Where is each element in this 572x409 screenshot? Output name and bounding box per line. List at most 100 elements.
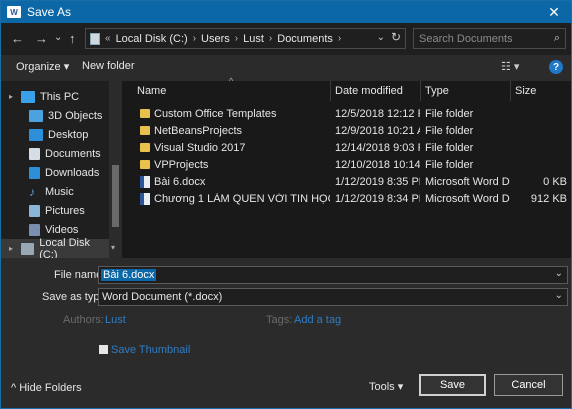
breadcrumb-users[interactable]: Users xyxy=(201,33,230,45)
expand-arrow-icon[interactable]: ▸ xyxy=(9,244,19,253)
file-row[interactable]: Chương 1 LÀM QUEN VỚI TIN HỌC VÀ M... 1/… xyxy=(122,191,571,208)
file-row[interactable]: NetBeansProjects 12/9/2018 10:21 A... Fi… xyxy=(122,123,571,140)
save-as-type-value: Word Document (*.docx) xyxy=(102,291,223,303)
sidebar-item-label: Local Disk (C:) xyxy=(39,236,90,259)
breadcrumb-local-disk[interactable]: Local Disk (C:) xyxy=(116,33,188,45)
file-name: Custom Office Templates xyxy=(154,108,277,120)
folder-icon xyxy=(140,160,150,169)
refresh-icon[interactable]: ↻ xyxy=(391,30,401,44)
recent-locations-icon[interactable]: ⌄ xyxy=(54,32,62,43)
sidebar-item-downloads[interactable]: Downloads xyxy=(1,163,109,182)
back-arrow-icon[interactable]: ← xyxy=(11,31,24,46)
search-input[interactable]: Search Documents ⌕ xyxy=(413,28,566,49)
folder-icon xyxy=(140,109,150,118)
save-as-type-select[interactable]: Word Document (*.docx) ⌄ xyxy=(98,288,568,306)
sidebar-item-3d-objects[interactable]: 3D Objects xyxy=(1,106,109,125)
sidebar-item-label: Videos xyxy=(45,223,79,236)
sidebar-item-music[interactable]: ♪ Music xyxy=(1,182,109,201)
title-bar: W Save As ✕ xyxy=(1,1,571,23)
download-arrow-icon xyxy=(29,166,40,179)
sidebar-item-desktop[interactable]: Desktop xyxy=(1,125,109,144)
file-name-field[interactable]: Bài 6.docx ⌄ xyxy=(98,266,568,284)
file-date: 12/14/2018 9:03 PM xyxy=(335,142,420,154)
chevron-down-icon[interactable]: ⌄ xyxy=(377,32,385,43)
chevron-down-icon[interactable]: ⌄ xyxy=(555,290,563,301)
chevron-right-icon[interactable]: › xyxy=(235,33,238,44)
address-bar[interactable]: « Local Disk (C:) › Users › Lust › Docum… xyxy=(85,28,406,49)
sidebar-item-label: Music xyxy=(45,185,74,198)
search-icon[interactable]: ⌕ xyxy=(554,32,560,45)
desktop-icon xyxy=(29,128,43,141)
sidebar-item-label: Desktop xyxy=(48,128,89,141)
file-type: Microsoft Word D... xyxy=(425,193,510,205)
file-type: File folder xyxy=(425,108,474,120)
cube-icon xyxy=(29,109,43,122)
computer-icon xyxy=(21,90,35,103)
authors-label: Authors: xyxy=(63,314,104,326)
sidebar-item-pictures[interactable]: Pictures xyxy=(1,201,109,220)
forward-arrow-icon[interactable]: → xyxy=(35,31,48,46)
sidebar-item-label: 3D Objects xyxy=(48,109,103,122)
organize-button[interactable]: Organize ▾ xyxy=(16,60,69,73)
column-header-type[interactable]: Type xyxy=(425,81,449,101)
column-header-date[interactable]: Date modified xyxy=(335,81,403,101)
file-type: File folder xyxy=(425,142,474,154)
file-row[interactable]: Visual Studio 2017 12/14/2018 9:03 PM Fi… xyxy=(122,140,571,157)
help-icon[interactable]: ? xyxy=(549,60,563,74)
file-date: 1/12/2019 8:35 PM xyxy=(335,176,420,188)
sidebar-scrollbar[interactable]: ▾ xyxy=(109,81,122,258)
music-note-icon: ♪ xyxy=(29,184,35,199)
sidebar-item-label: Documents xyxy=(45,147,101,160)
file-row[interactable]: Bài 6.docx 1/12/2019 8:35 PM Microsoft W… xyxy=(122,174,571,191)
breadcrumb-lust[interactable]: Lust xyxy=(243,33,264,45)
file-row[interactable]: VPProjects 12/10/2018 10:14 ... File fol… xyxy=(122,157,571,174)
film-icon xyxy=(29,223,40,236)
command-bar: Organize ▾ New folder ☷ ▾ ? xyxy=(1,55,571,79)
file-row[interactable]: Custom Office Templates 12/5/2018 12:12 … xyxy=(122,106,571,123)
close-button[interactable]: ✕ xyxy=(537,1,571,23)
save-thumbnail-label[interactable]: Save Thumbnail xyxy=(111,344,190,356)
file-name: Bài 6.docx xyxy=(154,176,206,188)
column-header-size[interactable]: Size xyxy=(515,81,536,101)
save-thumbnail-checkbox[interactable] xyxy=(99,345,108,354)
authors-value[interactable]: Lust xyxy=(105,314,126,326)
file-list: ^ Name Date modified Type Size Custom Of… xyxy=(122,76,571,258)
scroll-down-arrow-icon[interactable]: ▾ xyxy=(111,243,115,252)
chevron-right-icon[interactable]: › xyxy=(269,33,272,44)
sidebar-item-local-disk[interactable]: ▸ Local Disk (C:) xyxy=(1,236,109,259)
tools-button[interactable]: Tools ▾ xyxy=(369,380,403,393)
chevron-down-icon[interactable]: ⌄ xyxy=(555,268,563,279)
folder-location-icon xyxy=(90,32,100,45)
window-title: Save As xyxy=(27,5,72,19)
sidebar-item-label: Downloads xyxy=(45,166,100,179)
breadcrumb-documents[interactable]: Documents xyxy=(277,33,333,45)
sidebar-item-this-pc[interactable]: ▸ This PC xyxy=(1,87,109,106)
file-date: 1/12/2019 8:34 PM xyxy=(335,193,420,205)
word-app-icon: W xyxy=(7,6,21,18)
breadcrumb-overflow[interactable]: « xyxy=(105,33,111,44)
up-arrow-icon[interactable]: ↑ xyxy=(69,31,76,46)
file-name: Chương 1 LÀM QUEN VỚI TIN HỌC VÀ M... xyxy=(154,193,330,205)
chevron-right-icon[interactable]: › xyxy=(193,33,196,44)
add-tag-link[interactable]: Add a tag xyxy=(294,314,341,326)
folder-icon xyxy=(140,126,150,135)
search-placeholder: Search Documents xyxy=(419,32,513,45)
file-type: Microsoft Word D... xyxy=(425,176,510,188)
column-header-name[interactable]: Name xyxy=(137,81,166,101)
pictures-icon xyxy=(29,204,40,217)
navigation-bar: ← → ⌄ ↑ « Local Disk (C:) › Users › Lust… xyxy=(1,23,571,55)
sidebar-item-documents[interactable]: Documents xyxy=(1,144,109,163)
save-as-dialog: W Save As ✕ ← → ⌄ ↑ « Local Disk (C:) › … xyxy=(0,0,572,409)
hide-folders-button[interactable]: ^ Hide Folders xyxy=(11,382,82,394)
view-options-icon[interactable]: ☷ ▾ xyxy=(501,60,519,73)
navigation-pane: ▸ This PC 3D Objects Desktop Documents D… xyxy=(1,81,122,258)
tags-label: Tags: xyxy=(266,314,293,326)
save-button[interactable]: Save xyxy=(419,374,486,396)
chevron-right-icon[interactable]: › xyxy=(338,33,341,44)
file-size: 912 KB xyxy=(530,193,567,205)
file-date: 12/10/2018 10:14 ... xyxy=(335,159,420,171)
scrollbar-thumb[interactable] xyxy=(112,165,119,227)
expand-arrow-icon[interactable]: ▸ xyxy=(9,92,19,101)
new-folder-button[interactable]: New folder xyxy=(82,60,135,72)
cancel-button[interactable]: Cancel xyxy=(494,374,563,396)
